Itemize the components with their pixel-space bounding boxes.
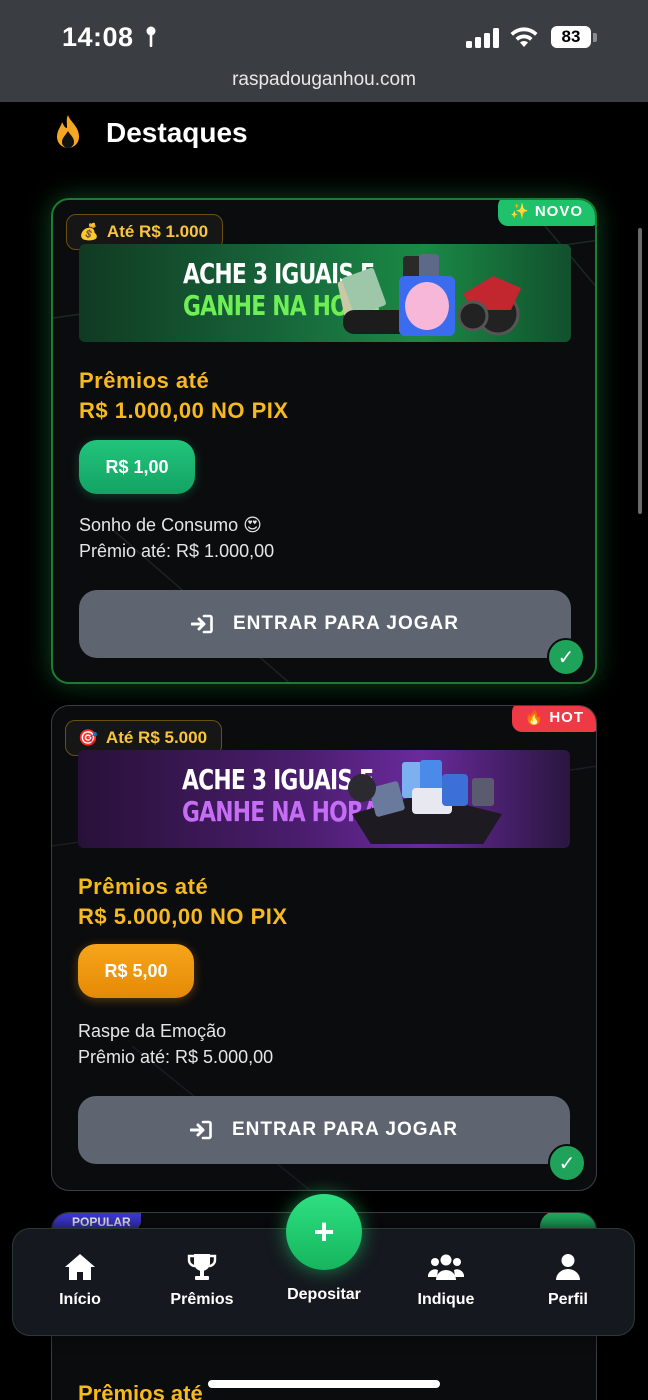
prize-badge-label: Até R$ 1.000: [106, 222, 209, 241]
play-button-label: ENTRAR PARA JOGAR: [231, 1119, 458, 1140]
max-prize: Prêmio até: R$ 5.000,00: [78, 1047, 274, 1067]
prize-heading-line-1: Prêmios até: [78, 874, 209, 899]
prize-heading-line-2: R$ 5.000,00 NO PIX: [78, 904, 288, 929]
hot-tag: 🔥 HOT: [512, 706, 596, 732]
nav-deposit-label: Depositar: [287, 1286, 361, 1303]
home-indicator: [208, 1380, 440, 1388]
user-icon: [556, 1254, 580, 1280]
signal-icon: [466, 28, 499, 48]
play-button[interactable]: ENTRAR PARA JOGAR: [78, 1096, 570, 1164]
game-banner: ACHE 3 IGUAIS E GANHE NA HORA: [78, 750, 570, 848]
prize-products-image: [348, 760, 502, 844]
users-icon: [428, 1254, 464, 1280]
nav-prizes[interactable]: Prêmios: [147, 1253, 257, 1309]
money-bag-icon: 💰: [79, 224, 99, 241]
section-title: Destaques: [106, 117, 248, 148]
scrollbar[interactable]: [638, 228, 642, 514]
prize-heading: Prêmios até R$ 5.000,00 NO PIX: [78, 872, 288, 932]
nav-refer[interactable]: Indique: [391, 1253, 501, 1309]
card-description: Sonho de Consumo 😍 Prêmio até: R$ 1.000,…: [79, 512, 274, 564]
status-bar: 14:08 83: [0, 0, 648, 64]
target-icon: 🎯: [78, 730, 98, 747]
max-prize: Prêmio até: R$ 1.000,00: [79, 541, 275, 561]
game-card-raspe-da-emocao[interactable]: 🎯 Até R$ 5.000 🔥 HOT ACHE 3 IGUAIS E GAN…: [51, 705, 597, 1191]
wifi-icon: [510, 27, 538, 47]
nav-prizes-label: Prêmios: [170, 1291, 234, 1308]
new-tag: ✨ NOVO: [497, 200, 595, 226]
price-button[interactable]: R$ 5,00: [78, 944, 194, 998]
battery-level: 83: [551, 26, 591, 48]
game-name: Sonho de Consumo 😍: [79, 515, 262, 535]
trophy-icon: [187, 1254, 217, 1280]
price-button[interactable]: R$ 1,00: [79, 440, 195, 494]
nav-home[interactable]: Início: [25, 1253, 135, 1309]
nav-profile-label: Perfil: [547, 1291, 588, 1308]
play-button[interactable]: ENTRAR PARA JOGAR: [79, 590, 571, 658]
prize-heading-line-2: R$ 1.000,00 NO PIX: [79, 398, 289, 423]
prize-products-image: [337, 254, 521, 336]
prize-badge-label: Até R$ 5.000: [105, 728, 208, 747]
nav-profile[interactable]: Perfil: [513, 1253, 623, 1309]
flame-icon: [57, 115, 79, 148]
prize-heading: Prêmios até: [78, 1381, 203, 1400]
game-name: Raspe da Emoção: [78, 1021, 227, 1041]
check-icon: ✓: [548, 1144, 586, 1182]
plus-icon: +: [313, 1211, 335, 1252]
play-button-label: ENTRAR PARA JOGAR: [232, 613, 459, 634]
enter-icon: [189, 1120, 212, 1140]
battery-tip: [593, 33, 597, 42]
status-time: 14:08: [62, 22, 134, 52]
prize-heading: Prêmios até R$ 1.000,00 NO PIX: [79, 366, 289, 426]
enter-icon: [190, 614, 213, 634]
game-banner: ACHE 3 IGUAIS E GANHE NA HORA: [79, 244, 571, 342]
deposit-button[interactable]: +: [286, 1194, 362, 1270]
check-icon: ✓: [547, 638, 585, 676]
card-description: Raspe da Emoção Prêmio até: R$ 5.000,00: [78, 1018, 273, 1070]
nav-home-label: Início: [59, 1291, 101, 1308]
home-icon: [65, 1254, 95, 1280]
prize-heading-line-1: Prêmios até: [79, 368, 210, 393]
location-icon: [146, 26, 156, 47]
game-card-sonho-de-consumo[interactable]: 💰 Até R$ 1.000 ✨ NOVO ACHE 3 IGUAIS E GA…: [51, 198, 597, 684]
url-bar[interactable]: raspadouganhou.com: [0, 64, 648, 102]
section-header: Destaques: [52, 112, 248, 154]
nav-refer-label: Indique: [417, 1291, 475, 1308]
